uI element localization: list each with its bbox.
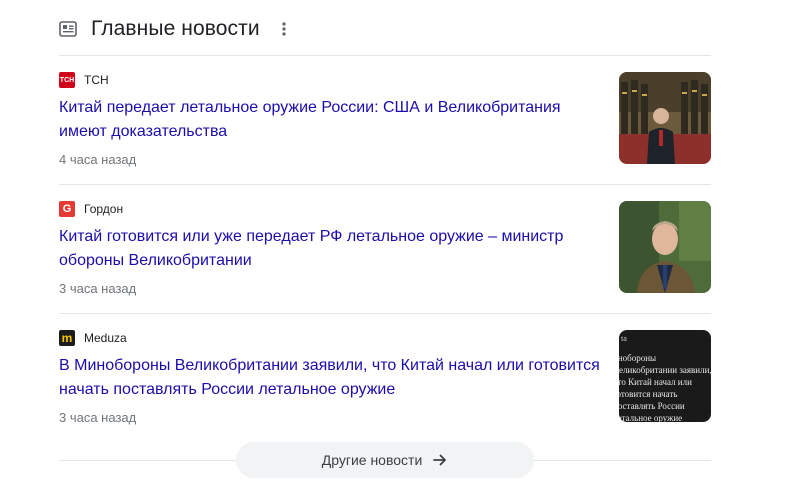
meduza-favicon-icon: m	[59, 330, 75, 346]
news-item[interactable]: G Гордон Китай готовится или уже передае…	[59, 201, 711, 296]
more-vert-icon[interactable]	[274, 17, 294, 41]
news-source: m Meduza	[59, 330, 127, 346]
more-news-button[interactable]: Другие новости	[236, 442, 534, 478]
news-thumbnail[interactable]: ta инобороны Великобритании заявили, что…	[619, 330, 711, 422]
news-source: ТСН ТСН	[59, 72, 109, 88]
news-thumbnail[interactable]	[619, 201, 711, 293]
news-thumbnail[interactable]	[619, 72, 711, 164]
source-name: ТСН	[84, 73, 109, 87]
source-name: Meduza	[84, 331, 127, 345]
source-name: Гордон	[84, 202, 124, 216]
thumbnail-text: инобороны Великобритании заявили, что Ки…	[619, 353, 711, 422]
news-headline-link[interactable]: Китай передает летальное оружие России: …	[59, 96, 609, 144]
news-timestamp: 3 часа назад	[59, 410, 137, 425]
news-item[interactable]: m Meduza В Минобороны Великобритании зая…	[59, 330, 711, 425]
section-header: Главные новости	[59, 14, 294, 44]
thumbnail-text: ta	[621, 334, 627, 343]
divider	[59, 313, 711, 314]
section-title: Главные новости	[91, 17, 260, 40]
arrow-right-icon	[432, 452, 448, 468]
news-timestamp: 3 часа назад	[59, 281, 137, 296]
divider	[59, 55, 711, 56]
divider	[59, 184, 711, 185]
tsn-favicon-icon: ТСН	[59, 72, 75, 88]
news-headline-link[interactable]: Китай готовится или уже передает РФ лета…	[59, 225, 609, 273]
top-stories-card: Главные новости ТСН ТСН Китай передает л…	[0, 0, 800, 501]
news-item[interactable]: ТСН ТСН Китай передает летальное оружие …	[59, 72, 711, 167]
newspaper-icon	[59, 20, 77, 38]
gordon-favicon-icon: G	[59, 201, 75, 217]
news-timestamp: 4 часа назад	[59, 152, 137, 167]
news-headline-link[interactable]: В Минобороны Великобритании заявили, что…	[59, 354, 609, 402]
more-news-label: Другие новости	[321, 452, 423, 468]
news-source: G Гордон	[59, 201, 123, 217]
